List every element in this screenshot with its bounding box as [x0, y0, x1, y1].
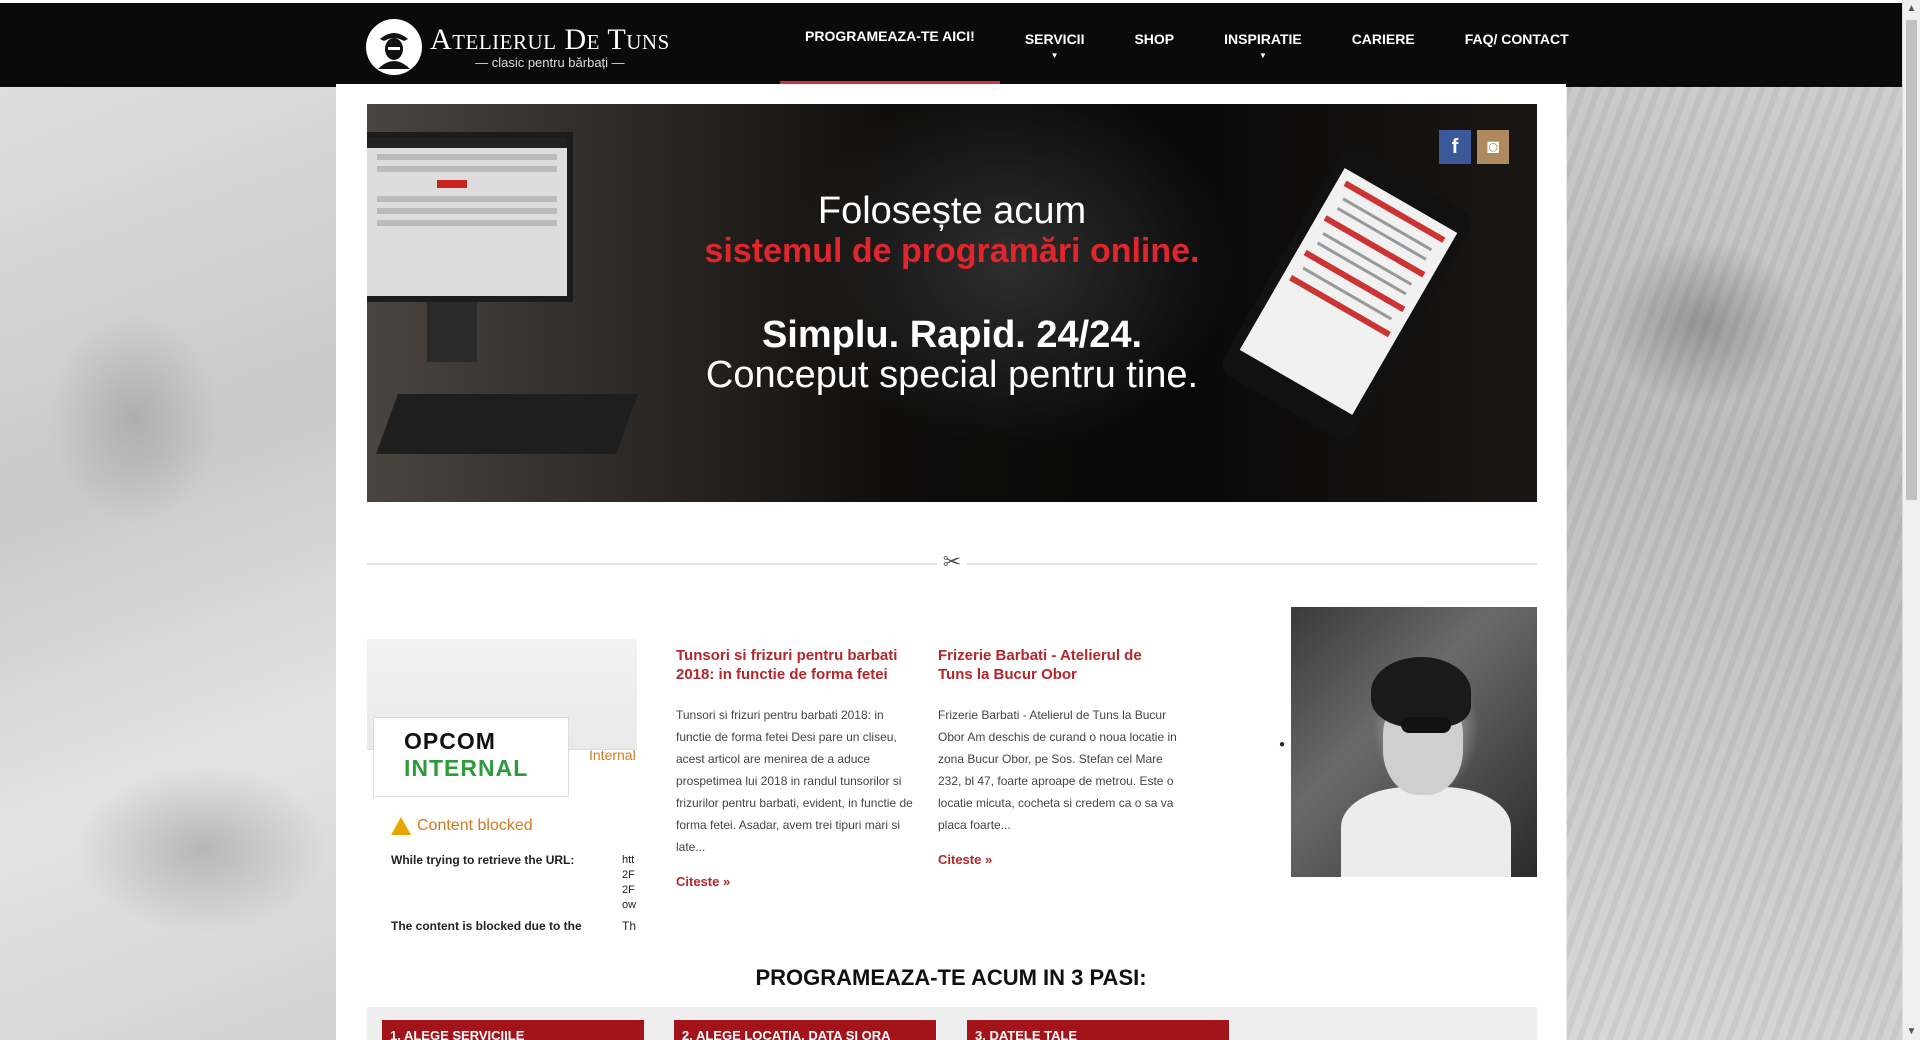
content-blocked-title: Content blocked — [391, 817, 533, 835]
read-more-link[interactable]: Citeste » — [676, 874, 916, 889]
nav-label: SHOP — [1134, 31, 1175, 47]
main-content: Folosește acum sistemul de programări on… — [336, 84, 1566, 1040]
nav-inspiratie[interactable]: INSPIRATIE ▼ — [1199, 3, 1327, 87]
post-excerpt: Frizerie Barbati - Atelierul de Tuns la … — [938, 708, 1177, 832]
scissors-icon: ✂ — [937, 550, 967, 574]
nav-label: FAQ/ CONTACT — [1464, 31, 1569, 47]
blog-post: Tunsori si frizuri pentru barbati 2018: … — [676, 646, 916, 889]
nav-label: CARIERE — [1351, 31, 1415, 47]
blocked-url-value: htt 2F 2F ow — [622, 854, 637, 911]
step-2-tab[interactable]: 2. ALEGE LOCATIA, DATA SI ORA — [674, 1020, 936, 1040]
nav-servicii[interactable]: SERVICII ▼ — [1000, 3, 1110, 87]
post-title-link[interactable]: Tunsori si frizuri pentru barbati 2018: … — [676, 646, 916, 684]
scroll-down-icon[interactable]: ▼ — [1903, 1023, 1920, 1040]
step-3-tab[interactable]: 3. DATELE TALE — [967, 1020, 1229, 1040]
nav-label: INSPIRATIE — [1224, 31, 1302, 47]
nav-shop[interactable]: SHOP — [1109, 3, 1199, 87]
logo-subtitle: — clasic pentru bărbați — — [475, 55, 625, 70]
scroll-up-icon[interactable]: ▲ — [1903, 0, 1920, 17]
main-nav: PROGRAMEAZA-TE AICI! SERVICII ▼ SHOP INSP… — [780, 3, 1594, 87]
keyboard-image — [376, 394, 638, 454]
caret-down-icon: ▼ — [1050, 51, 1059, 60]
blocked-content-frame: OPCOM INTERNAL Internal Content blocked … — [367, 639, 637, 939]
site-header: Atelierul De Tuns — clasic pentru bărbaț… — [0, 0, 1903, 87]
bullet-dot: ● — [1279, 739, 1286, 750]
internal-label: Internal — [589, 747, 636, 763]
phone-image — [1217, 143, 1477, 445]
page-scrollbar[interactable]: ▲ ▼ — [1902, 0, 1920, 1040]
post-excerpt: Tunsori si frizuri pentru barbati 2018: … — [676, 708, 913, 854]
instagram-icon[interactable]: ◙ — [1477, 130, 1509, 164]
steps-heading: PROGRAMEAZA-TE ACUM IN 3 PASI: — [755, 965, 1147, 990]
facebook-icon[interactable]: f — [1439, 130, 1471, 164]
nav-cariere[interactable]: CARIERE — [1327, 3, 1440, 87]
blocked-reason-label: The content is blocked due to the — [391, 919, 582, 933]
background-right — [1567, 84, 1903, 1040]
opcom-logo: OPCOM INTERNAL — [373, 717, 569, 797]
post-title-link[interactable]: Frizerie Barbati - Atelierul de Tuns la … — [938, 646, 1178, 684]
site-logo[interactable]: Atelierul De Tuns — clasic pentru bărbaț… — [366, 19, 670, 75]
banner-line-1: Folosește acum — [817, 190, 1087, 232]
nav-label: SERVICII — [1024, 31, 1085, 47]
nav-faq-contact[interactable]: FAQ/ CONTACT — [1440, 3, 1594, 87]
logo-title: Atelierul De Tuns — [430, 23, 670, 56]
blocked-url-label: While trying to retrieve the URL: — [391, 853, 575, 867]
caret-down-icon: ▼ — [1258, 51, 1267, 60]
model-portrait-image[interactable] — [1291, 607, 1537, 877]
banner-line-2: sistemul de programări online. — [704, 232, 1200, 270]
background-left — [0, 84, 336, 1040]
step-1-tab[interactable]: 1. ALEGE SERVICIILE — [382, 1020, 644, 1040]
barber-man-icon — [366, 19, 422, 75]
blocked-reason-value: Th — [622, 919, 637, 933]
hero-banner[interactable]: Folosește acum sistemul de programări on… — [367, 104, 1537, 502]
blog-post: Frizerie Barbati - Atelierul de Tuns la … — [938, 646, 1178, 867]
banner-line-3: Simplu. Rapid. 24/24. — [761, 314, 1143, 356]
nav-label: PROGRAMEAZA-TE AICI! — [805, 28, 975, 44]
scrollbar-thumb[interactable] — [1906, 20, 1917, 500]
read-more-link[interactable]: Citeste » — [938, 852, 1178, 867]
banner-line-4: Conceput special pentru tine. — [705, 354, 1199, 396]
nav-programeaza[interactable]: PROGRAMEAZA-TE AICI! — [780, 3, 1000, 87]
warning-icon — [391, 817, 411, 835]
